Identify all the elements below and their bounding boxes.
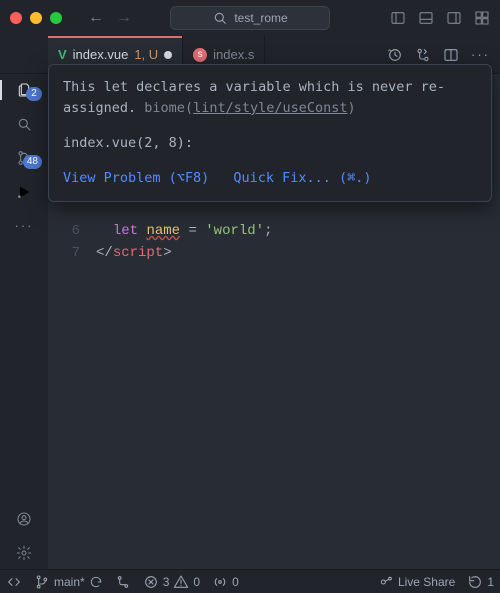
diagnostic-message: This let declares a variable which is ne… [63,77,477,119]
radio-tower-icon [212,574,228,590]
activity-run-debug[interactable] [0,184,48,200]
branch-name: main* [54,575,85,589]
explorer-badge: 2 [26,87,42,101]
history-count: 1 [487,575,494,589]
line-content: </script> [96,245,172,261]
toggle-panel-icon[interactable] [418,10,434,26]
status-problems[interactable]: 3 0 [143,574,200,590]
live-share-icon [378,574,394,590]
customize-layout-icon[interactable] [474,10,490,26]
status-live-share[interactable]: Live Share [378,574,455,590]
history-icon [467,574,483,590]
command-center-text: test_rome [234,11,287,25]
nav-arrows: ← → [84,7,136,29]
toggle-secondary-sidebar-icon[interactable] [446,10,462,26]
warning-count: 0 [193,575,200,589]
status-history[interactable]: 1 [467,574,494,590]
code-line[interactable]: 7</script> [48,242,500,264]
line-content: let name = 'world'; [96,223,272,239]
line-number: 6 [48,223,96,239]
activity-accounts[interactable] [0,511,48,527]
quick-fix-link[interactable]: Quick Fix... (⌘.) [233,168,371,189]
command-center[interactable]: test_rome [170,6,330,30]
tab-filename: index.vue [73,47,129,62]
titlebar: ← → test_rome [0,0,500,36]
diagnostic-rule-link[interactable]: lint/style/useConst [193,100,347,116]
minimize-window-dot[interactable] [30,12,42,24]
git-branch-icon [34,574,50,590]
error-count: 3 [163,575,170,589]
code-line[interactable]: 6 let name = 'world'; [48,220,500,242]
status-remote[interactable] [6,574,22,590]
activity-settings[interactable] [0,545,48,561]
vue-file-icon: V [58,47,67,62]
timeline-icon[interactable] [387,47,403,63]
nav-forward-icon[interactable]: → [112,7,136,29]
nav-back-icon[interactable]: ← [84,7,108,29]
diagnostic-actions: View Problem (⌥F8) Quick Fix... (⌘.) [63,168,477,189]
error-icon [143,574,159,590]
diagnostic-location: index.vue(2, 8): [63,133,477,154]
diagnostic-hover: This let declares a variable which is ne… [48,64,492,202]
scm-badge: 48 [23,155,42,169]
tab-dirty-indicator [164,51,172,59]
compare-changes-icon[interactable] [415,47,431,63]
split-editor-icon[interactable] [443,47,459,63]
status-sync-action[interactable] [115,574,131,590]
line-number: 7 [48,245,96,261]
close-window-dot[interactable] [10,12,22,24]
zoom-window-dot[interactable] [50,12,62,24]
view-problem-link[interactable]: View Problem (⌥F8) [63,168,209,189]
more-actions-icon[interactable]: ··· [471,47,490,62]
activity-source-control[interactable]: 48 [0,150,48,166]
tab-git-status: 1, U [134,47,158,62]
toggle-primary-sidebar-icon[interactable] [390,10,406,26]
biome-file-icon: ѕ [193,48,207,62]
status-branch[interactable]: main* [34,574,103,590]
gear-icon [16,545,32,561]
sync-icon[interactable] [89,575,103,589]
cloud-upload-icon [115,574,131,590]
run-debug-icon [16,184,32,200]
activity-search[interactable] [0,116,48,132]
layout-controls [390,10,490,26]
activity-explorer[interactable]: 2 [0,82,48,98]
tab-filename: index.s [213,47,254,62]
account-icon [16,511,32,527]
ellipsis-icon: ··· [15,218,34,233]
warning-icon [173,574,189,590]
search-icon [16,116,32,132]
status-ports[interactable]: 0 [212,574,239,590]
window-controls [10,12,62,24]
activity-bar: 2 48 ··· [0,74,48,569]
search-icon [212,10,228,26]
status-bar: main* 3 0 0 Live Share 1 [0,569,500,593]
ports-count: 0 [232,575,239,589]
remote-icon [6,574,22,590]
activity-more[interactable]: ··· [0,218,48,233]
diagnostic-source: biome [144,100,185,116]
live-share-label: Live Share [398,575,455,589]
